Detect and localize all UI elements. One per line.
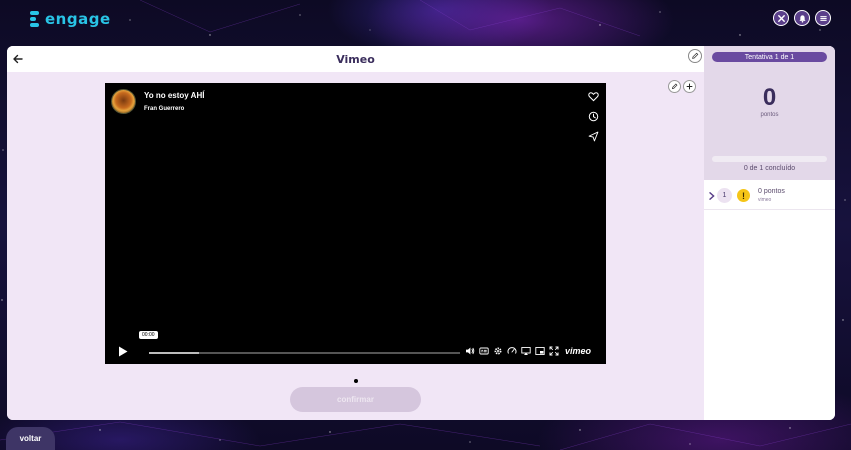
completion-text: 0 de 1 concluído [743,165,796,172]
plus-icon [686,83,693,90]
brand-name: engage [45,10,111,28]
question-item[interactable]: 1 ! 0 pontos vimeo [704,186,835,210]
activity-content: Vimeo Yo no estoy AHÍ Fran Guerrero 00:0… [7,46,704,420]
add-video-button[interactable] [683,80,696,93]
pip-icon[interactable] [535,346,545,356]
score-summary: Tentativa 1 de 1 0 pontos 0 de 1 concluí… [704,46,835,180]
attempt-badge: Tentativa 1 de 1 [712,52,827,62]
play-icon[interactable] [118,346,128,357]
score-label: pontos [760,112,779,118]
pencil-icon [692,52,699,59]
chevron-right-icon[interactable] [709,192,715,200]
confirm-button[interactable]: confirmar [290,387,421,412]
settings-icon[interactable] [493,346,503,356]
menu-icon [819,15,827,21]
activity-card: Vimeo Yo no estoy AHÍ Fran Guerrero 00:0… [7,46,835,420]
completion-bar [712,156,827,162]
arrow-left-icon[interactable] [11,52,25,66]
header-actions [773,10,831,26]
engage-logo[interactable]: engage [30,8,111,30]
timecode-tooltip: 00:00 [139,331,158,339]
pagination-dot[interactable] [354,379,358,383]
engage-logo-icon [30,10,40,28]
author-avatar[interactable] [111,89,136,114]
progress-bar[interactable] [149,352,460,354]
progress-bar-fill [149,352,199,354]
bell-icon [798,14,806,23]
question-type: vimeo [758,197,772,203]
send-icon[interactable] [588,131,599,142]
edit-activity-button[interactable] [688,49,702,63]
question-points: 0 pontos [758,188,785,195]
question-number: 1 [717,188,732,203]
vimeo-player[interactable]: Yo no estoy AHÍ Fran Guerrero 00:00 vime… [105,83,606,364]
pencil-icon [671,83,678,90]
page-title: Vimeo [336,52,375,66]
clock-icon[interactable] [588,111,599,122]
video-author[interactable]: Fran Guerrero [144,106,184,112]
player-control-icons: vimeo [465,346,591,356]
score-panel: Tentativa 1 de 1 0 pontos 0 de 1 concluí… [704,46,835,420]
captions-icon[interactable] [479,346,489,356]
notifications-button[interactable] [794,10,810,26]
score-value: 0 [762,84,777,111]
title-bar: Vimeo [7,46,704,72]
video-edit-actions [668,80,696,93]
tools-button[interactable] [773,10,789,26]
vimeo-logo[interactable]: vimeo [565,346,591,356]
speed-icon[interactable] [507,346,517,356]
edit-video-button[interactable] [668,80,681,93]
fullscreen-icon[interactable] [549,346,559,356]
video-title[interactable]: Yo no estoy AHÍ [144,91,204,100]
menu-button[interactable] [815,10,831,26]
player-controls: 00:00 vimeo [105,331,606,364]
volume-icon[interactable] [465,346,475,356]
airplay-icon[interactable] [521,346,531,356]
warning-icon: ! [737,189,750,202]
tools-icon [777,14,785,22]
back-button[interactable]: voltar [6,427,55,450]
heart-icon[interactable] [588,91,599,102]
